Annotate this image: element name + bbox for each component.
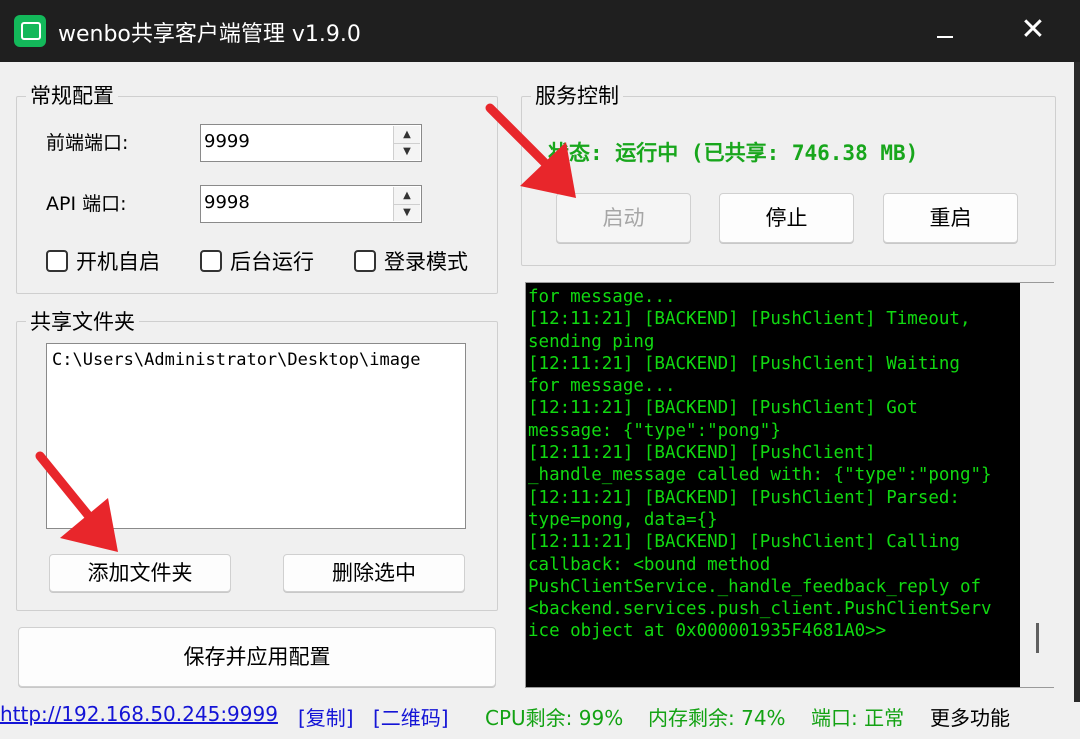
background-window-edge bbox=[1074, 62, 1080, 702]
copy-link[interactable]: [复制] bbox=[298, 702, 354, 731]
log-line: ice object at 0x000001935F4681A0>> bbox=[528, 621, 887, 642]
checkbox-icon[interactable] bbox=[46, 250, 68, 272]
more-features-link[interactable]: 更多功能 bbox=[930, 702, 1010, 731]
memory-status: 内存剩余: 74% bbox=[648, 706, 786, 730]
scrollbar-thumb[interactable] bbox=[1036, 623, 1039, 653]
title-bar: wenbo共享客户端管理 v1.9.0 ✕ bbox=[0, 0, 1080, 62]
api-port-label: API 端口: bbox=[46, 193, 127, 215]
log-line: for message... bbox=[528, 376, 676, 397]
log-line: _handle_message called with: {"type":"po… bbox=[528, 465, 992, 486]
log-line: [12:11:21] [BACKEND] [PushClient] Callin… bbox=[528, 532, 960, 553]
api-port-value[interactable]: 9998 bbox=[204, 192, 250, 213]
frontend-port-value[interactable]: 9999 bbox=[204, 131, 250, 152]
minimize-button[interactable] bbox=[925, 12, 965, 48]
background-run-checkbox[interactable]: 后台运行 bbox=[200, 246, 314, 276]
log-line: [12:11:21] [BACKEND] [PushClient] Timeou… bbox=[528, 309, 971, 330]
login-mode-checkbox[interactable]: 登录模式 bbox=[354, 246, 468, 276]
annotation-arrow-icon bbox=[485, 103, 576, 198]
checkbox-icon[interactable] bbox=[354, 250, 376, 272]
api-port-up-icon[interactable]: ▲ bbox=[394, 187, 420, 205]
frontend-port-down-icon[interactable]: ▼ bbox=[394, 143, 420, 160]
list-item[interactable]: C:\Users\Administrator\Desktop\image bbox=[52, 350, 420, 370]
server-url-link[interactable]: http://192.168.50.245:9999 bbox=[0, 702, 278, 726]
save-apply-button[interactable]: 保存并应用配置 bbox=[18, 627, 496, 687]
log-line: <backend.services.push_client.PushClient… bbox=[528, 599, 992, 620]
close-button[interactable]: ✕ bbox=[1013, 12, 1053, 48]
shared-folder-title: 共享文件夹 bbox=[26, 306, 139, 336]
service-status: 状态: 运行中 (已共享: 746.38 MB) bbox=[548, 141, 919, 165]
stop-button[interactable]: 停止 bbox=[719, 193, 854, 243]
log-console[interactable]: for message... [12:11:21] [BACKEND] [Push… bbox=[525, 282, 1022, 688]
qrcode-link[interactable]: [二维码] bbox=[373, 702, 449, 731]
frontend-port-up-icon[interactable]: ▲ bbox=[394, 126, 420, 144]
log-line: PushClientService._handle_feedback_reply… bbox=[528, 576, 982, 597]
window-title: wenbo共享客户端管理 v1.9.0 bbox=[58, 22, 361, 47]
minimize-icon bbox=[937, 36, 953, 38]
checkbox-icon[interactable] bbox=[200, 250, 222, 272]
log-line: [12:11:21] [BACKEND] [PushClient] Parsed… bbox=[528, 487, 960, 508]
port-status: 端口: 正常 bbox=[811, 706, 905, 730]
restart-button[interactable]: 重启 bbox=[883, 193, 1018, 243]
log-lines: for message... [12:11:21] [BACKEND] [Push… bbox=[528, 286, 1018, 643]
delete-selected-button[interactable]: 删除选中 bbox=[283, 554, 465, 592]
status-bar: http://192.168.50.245:9999 [复制] [二维码] CP… bbox=[0, 702, 1080, 734]
log-line: [12:11:21] [BACKEND] [PushClient] Got bbox=[528, 398, 918, 419]
autostart-checkbox[interactable]: 开机自启 bbox=[46, 246, 160, 276]
api-port-down-icon[interactable]: ▼ bbox=[394, 204, 420, 221]
frontend-port-label: 前端端口: bbox=[46, 132, 129, 154]
log-line: type=pong, data={} bbox=[528, 509, 718, 530]
log-line: callback: <bound method bbox=[528, 554, 771, 575]
log-line: for message... bbox=[528, 287, 676, 307]
log-line: [12:11:21] [BACKEND] [PushClient] bbox=[528, 443, 876, 464]
close-icon: ✕ bbox=[1020, 12, 1046, 47]
log-line: sending ping bbox=[528, 331, 655, 352]
app-logo-icon bbox=[14, 15, 46, 47]
general-config-title: 常规配置 bbox=[26, 80, 118, 110]
log-line: message: {"type":"pong"} bbox=[528, 420, 781, 441]
console-scrollbar[interactable] bbox=[1020, 282, 1054, 688]
api-port-stepper[interactable]: 9998 ▲ ▼ bbox=[200, 185, 422, 223]
frontend-port-stepper[interactable]: 9999 ▲ ▼ bbox=[200, 124, 422, 162]
annotation-arrow-icon bbox=[35, 451, 118, 552]
log-line: [12:11:21] [BACKEND] [PushClient] Waitin… bbox=[528, 353, 960, 374]
cpu-status: CPU剩余: 99% bbox=[485, 706, 624, 730]
